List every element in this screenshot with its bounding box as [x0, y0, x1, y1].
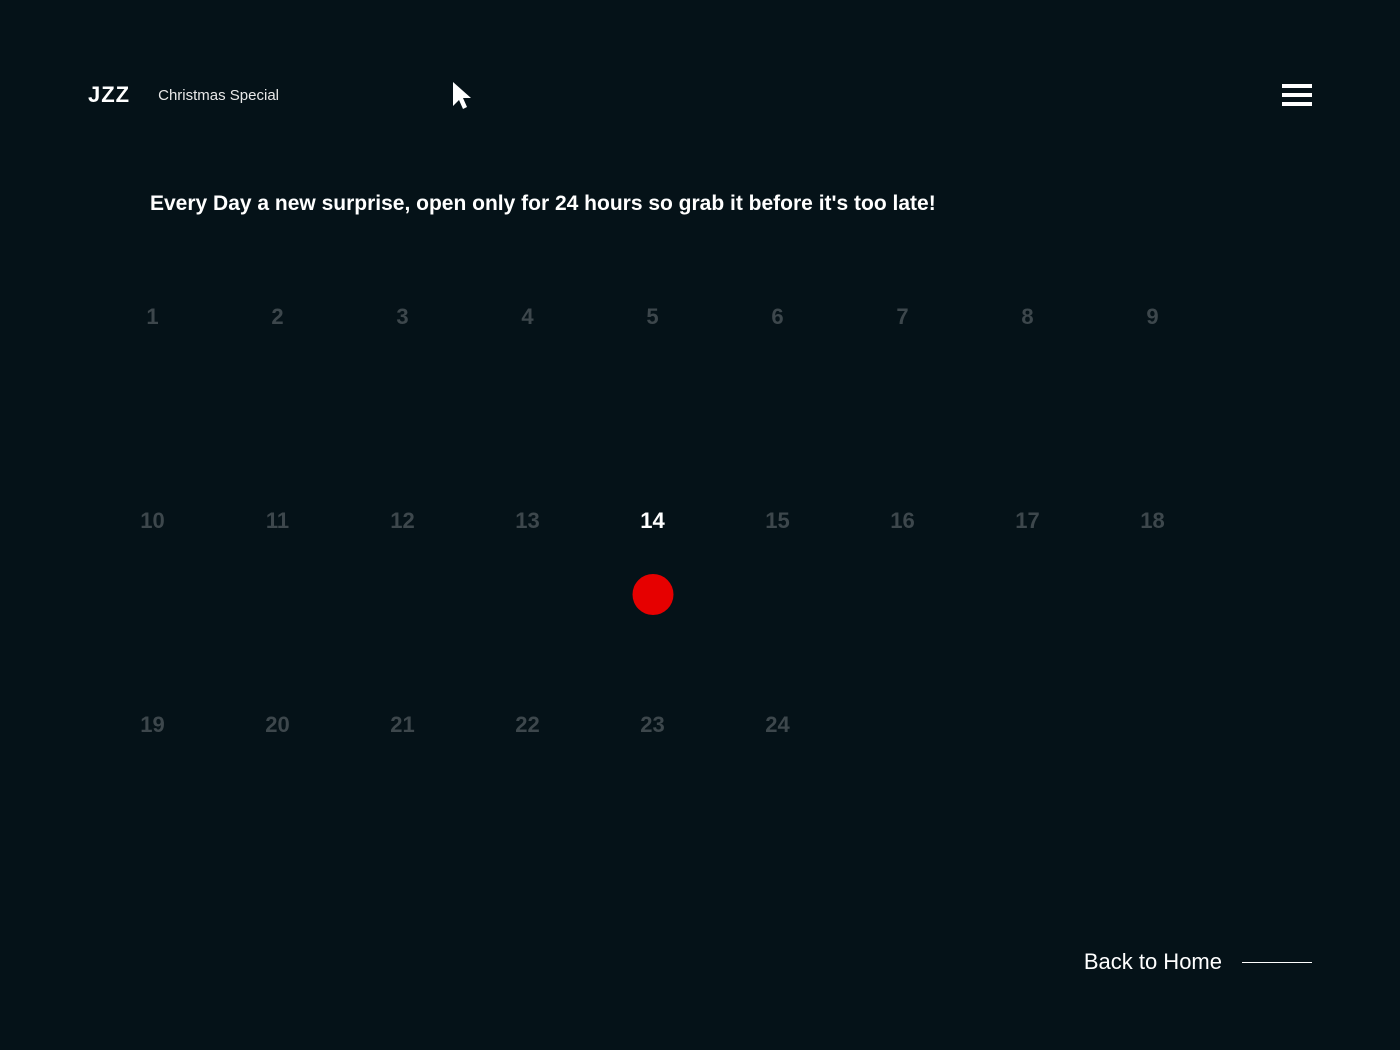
- page-title: Christmas Special: [158, 87, 279, 104]
- calendar-day[interactable]: 1: [90, 304, 215, 330]
- calendar-day-number[interactable]: 6: [715, 304, 840, 330]
- calendar-day[interactable]: 8: [965, 304, 1090, 330]
- back-to-home-text: Back to Home: [1084, 949, 1222, 975]
- calendar-day-number[interactable]: 5: [590, 304, 715, 330]
- calendar-day[interactable]: 10: [90, 508, 215, 534]
- calendar-day-number[interactable]: 3: [340, 304, 465, 330]
- calendar-day-number[interactable]: 16: [840, 508, 965, 534]
- calendar-day[interactable]: 12: [340, 508, 465, 534]
- hamburger-menu-icon[interactable]: [1282, 84, 1312, 106]
- calendar-day-number[interactable]: 9: [1090, 304, 1215, 330]
- calendar-day[interactable]: 24: [715, 712, 840, 738]
- back-to-home-link[interactable]: Back to Home: [1084, 949, 1312, 975]
- calendar-row: 10 11 12 13 14 15 16 17 18: [90, 508, 1310, 712]
- calendar-day-number[interactable]: 15: [715, 508, 840, 534]
- calendar-day[interactable]: 18: [1090, 508, 1215, 534]
- calendar-day-number[interactable]: 13: [465, 508, 590, 534]
- logo[interactable]: JZZ: [88, 82, 130, 108]
- calendar-day-number[interactable]: 20: [215, 712, 340, 738]
- calendar-day-number[interactable]: 11: [215, 508, 340, 534]
- calendar-day-number[interactable]: 10: [90, 508, 215, 534]
- calendar-day-number[interactable]: 24: [715, 712, 840, 738]
- calendar-day-active[interactable]: 14: [590, 508, 715, 534]
- calendar-day[interactable]: 20: [215, 712, 340, 738]
- calendar-day[interactable]: 11: [215, 508, 340, 534]
- calendar-day-number[interactable]: 21: [340, 712, 465, 738]
- advent-calendar: 1 2 3 4 5 6 7 8 9 10 11 12 13 14 15 16 1…: [90, 304, 1310, 916]
- calendar-row: 1 2 3 4 5 6 7 8 9: [90, 304, 1310, 508]
- calendar-day[interactable]: 15: [715, 508, 840, 534]
- calendar-day-number[interactable]: 22: [465, 712, 590, 738]
- active-day-indicator-icon: [632, 574, 673, 615]
- calendar-day[interactable]: 19: [90, 712, 215, 738]
- calendar-day[interactable]: 2: [215, 304, 340, 330]
- header: JZZ Christmas Special: [88, 82, 1312, 108]
- calendar-day-number[interactable]: 23: [590, 712, 715, 738]
- calendar-day-number[interactable]: 7: [840, 304, 965, 330]
- calendar-day[interactable]: 5: [590, 304, 715, 330]
- back-to-home-line-icon: [1242, 962, 1312, 963]
- calendar-day-number[interactable]: 14: [590, 508, 715, 534]
- calendar-day[interactable]: 22: [465, 712, 590, 738]
- calendar-day[interactable]: 13: [465, 508, 590, 534]
- calendar-day-number[interactable]: 1: [90, 304, 215, 330]
- calendar-day-number[interactable]: 2: [215, 304, 340, 330]
- tagline: Every Day a new surprise, open only for …: [150, 192, 936, 216]
- calendar-day[interactable]: 3: [340, 304, 465, 330]
- calendar-row: 19 20 21 22 23 24: [90, 712, 1310, 916]
- calendar-day-number[interactable]: 17: [965, 508, 1090, 534]
- calendar-day-number[interactable]: 8: [965, 304, 1090, 330]
- calendar-day[interactable]: 6: [715, 304, 840, 330]
- calendar-day[interactable]: 16: [840, 508, 965, 534]
- calendar-day[interactable]: 4: [465, 304, 590, 330]
- calendar-day[interactable]: 21: [340, 712, 465, 738]
- calendar-day[interactable]: 7: [840, 304, 965, 330]
- calendar-day[interactable]: 9: [1090, 304, 1215, 330]
- calendar-day[interactable]: 23: [590, 712, 715, 738]
- calendar-day-number[interactable]: 4: [465, 304, 590, 330]
- calendar-day-number[interactable]: 19: [90, 712, 215, 738]
- calendar-day[interactable]: 17: [965, 508, 1090, 534]
- calendar-day-number[interactable]: 18: [1090, 508, 1215, 534]
- calendar-day-number[interactable]: 12: [340, 508, 465, 534]
